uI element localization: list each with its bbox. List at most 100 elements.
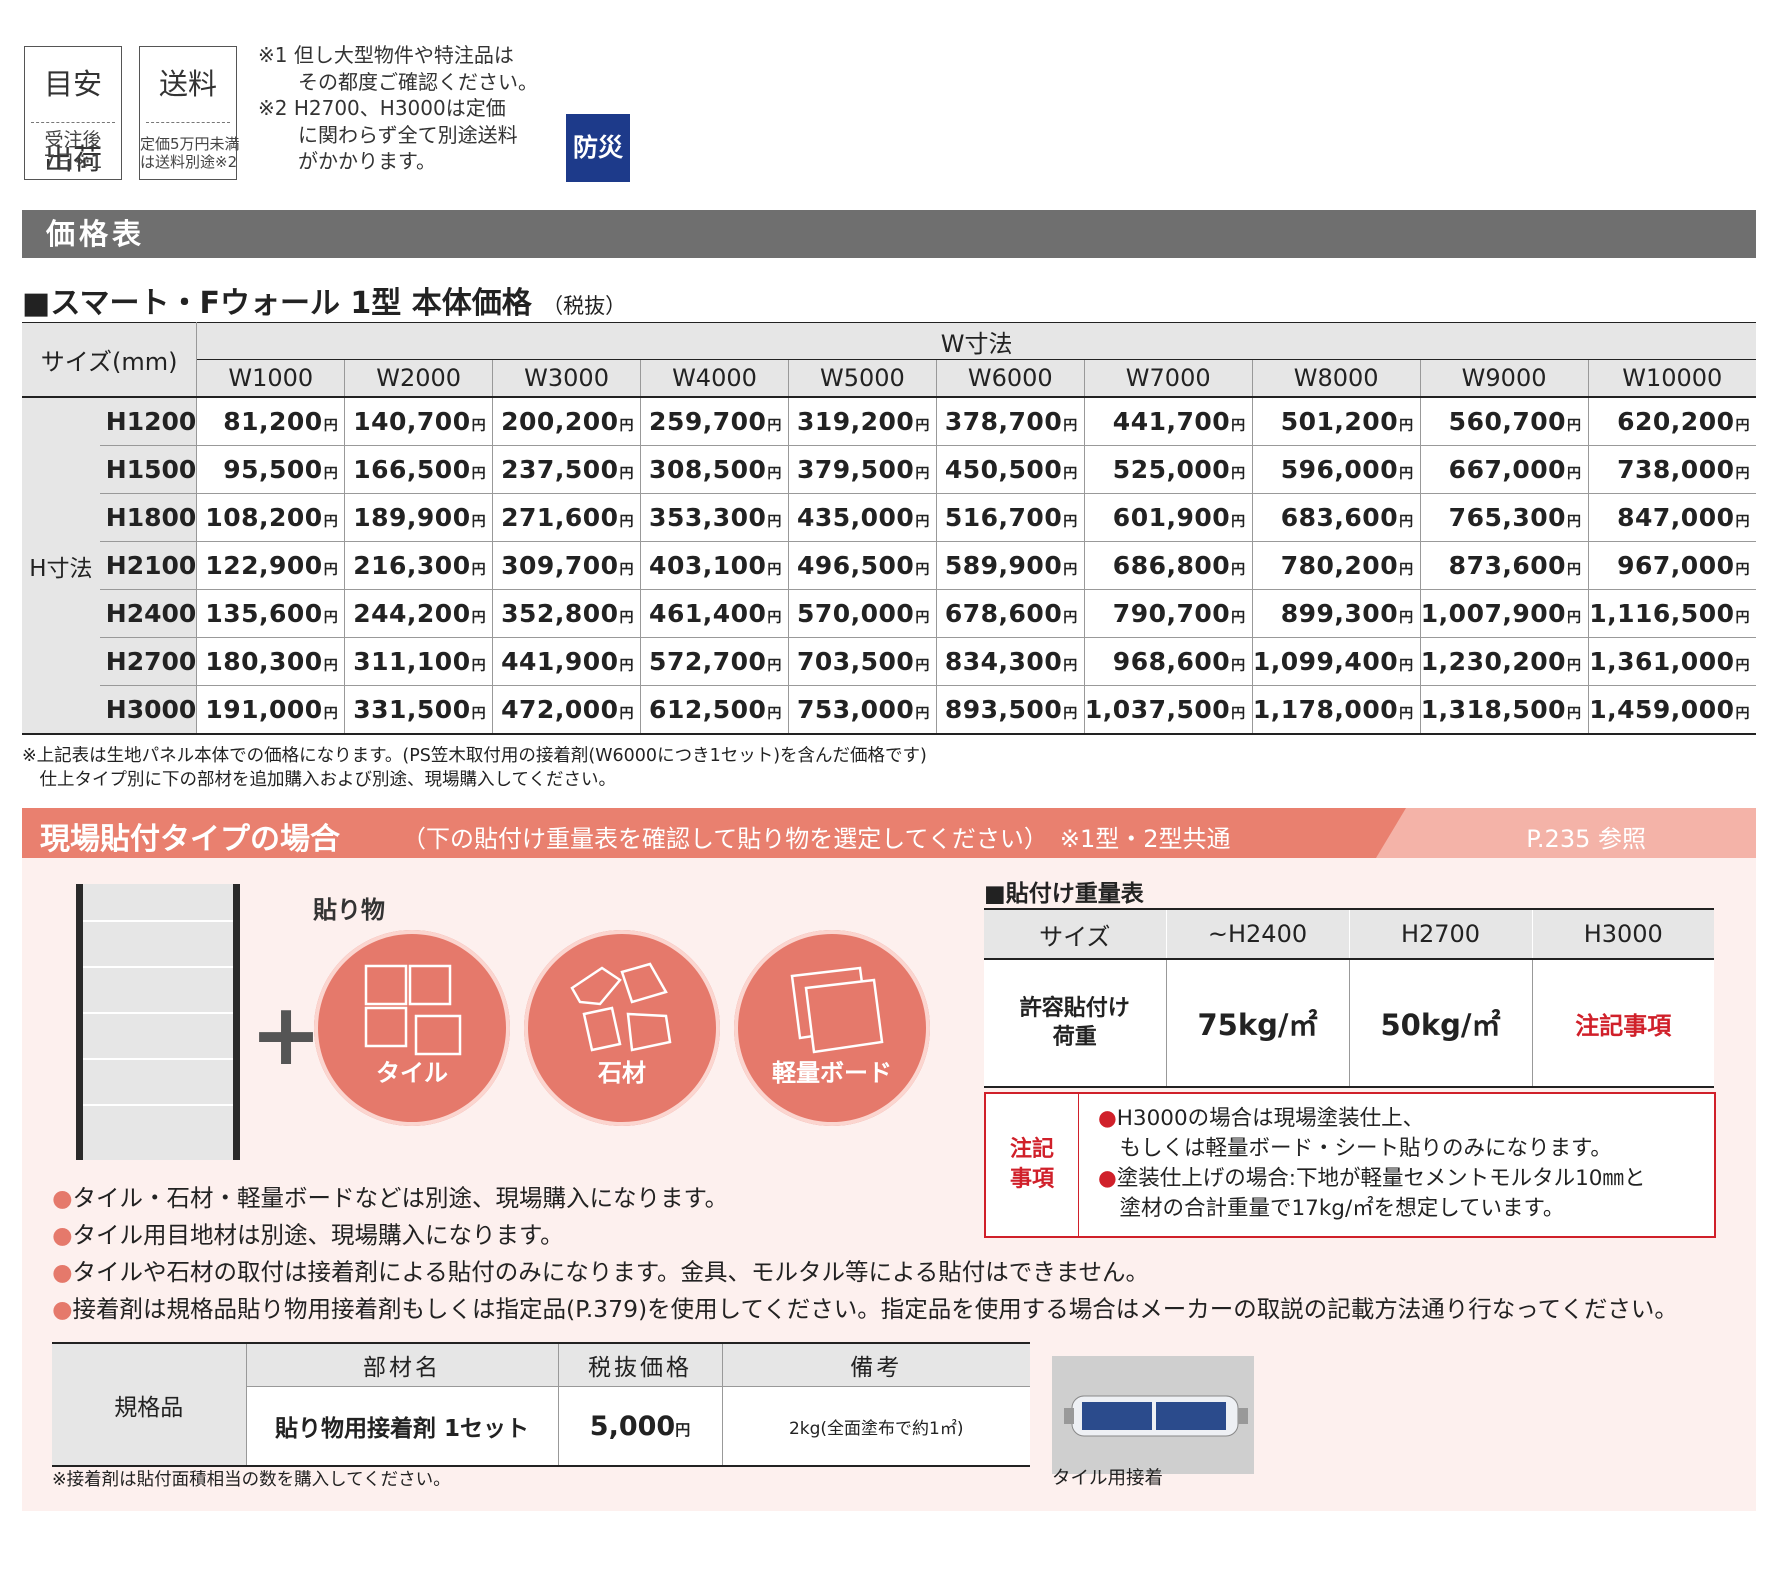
stone-icon	[570, 962, 672, 1052]
onsite-bullet: ●タイルや石材の取付は接着剤による貼付のみになります。金具、モルタル等による貼付…	[52, 1258, 1150, 1286]
price-cell: 237,500円	[492, 445, 641, 494]
price-row: H2100 122,900円 216,300円 309,700円 403,100円 496…	[22, 541, 1756, 590]
section-banner: 価格表	[22, 210, 1756, 258]
weight-table: サイズ ~H2400 H2700 H3000 許容貼付け 荷重 75kg/㎡ 5…	[984, 908, 1714, 1088]
price-cell: 403,100円	[640, 541, 789, 590]
price-cell: 244,200円	[344, 589, 493, 638]
price-cell: 703,500円	[787, 637, 937, 686]
shipping-notes: ※1 但し大型物件や特注品は その都度ご確認ください。 ※2 H2700、H30…	[258, 43, 538, 173]
tile-circle: タイル	[314, 930, 510, 1126]
price-row: H2400 135,600円 244,200円 352,800円 461,400円 570…	[22, 589, 1756, 638]
price-cell: 200,200円	[492, 397, 641, 446]
price-cell: 601,900円	[1083, 493, 1253, 542]
price-cell: 95,500円	[196, 445, 345, 494]
w-column-header: W6000	[935, 359, 1085, 398]
shipping-estimate-title: 目安出荷	[31, 47, 115, 176]
std-header-remark: 備考	[721, 1342, 1030, 1387]
stone-label: 石材	[598, 1059, 646, 1087]
price-cell: 1,116,500円	[1587, 589, 1756, 638]
w-column-header: W4000	[640, 359, 789, 398]
price-cell: 501,200円	[1251, 397, 1421, 446]
price-cell: 450,500円	[935, 445, 1085, 494]
weight-value-h2400: 75kg/㎡	[1165, 959, 1349, 1088]
price-cell: 893,500円	[935, 685, 1085, 735]
price-cell: 461,400円	[640, 589, 789, 638]
price-cell: 1,318,500円	[1419, 685, 1589, 735]
w-column-header: W8000	[1251, 359, 1421, 398]
price-cell: 496,500円	[787, 541, 937, 590]
h-row-label: H1200	[99, 397, 197, 446]
w-column-header: W5000	[787, 359, 937, 398]
price-cell: 765,300円	[1419, 493, 1589, 542]
shipping-estimate-value: 受注後 7日※1	[43, 129, 103, 173]
price-cell: 967,000円	[1587, 541, 1756, 590]
weight-row-label: 許容貼付け 荷重	[984, 959, 1166, 1088]
price-cell: 596,000円	[1251, 445, 1421, 494]
adhesive-tube-image	[1052, 1356, 1254, 1474]
onsite-title: 現場貼付タイプの場合	[40, 822, 340, 857]
price-cell: 683,600円	[1251, 493, 1421, 542]
weight-value-h3000: 注記事項	[1531, 959, 1714, 1088]
weight-header-h3000: H3000	[1531, 908, 1714, 960]
price-cell: 331,500円	[344, 685, 493, 735]
standard-note: ※接着剤は貼付面積相当の数を購入してください。	[52, 1470, 451, 1490]
price-cell: 180,300円	[196, 637, 345, 686]
tile-icon	[364, 964, 462, 1056]
price-cell: 780,200円	[1251, 541, 1421, 590]
shipping-estimate-box: 目安出荷 受注後 7日※1	[24, 46, 122, 180]
price-cell: 379,500円	[787, 445, 937, 494]
weight-header-h2400: ~H2400	[1165, 908, 1349, 960]
price-row: H1800 108,200円 189,900円 271,600円 353,300円 435…	[22, 493, 1756, 542]
plus-icon: +	[250, 985, 323, 1085]
onsite-header-bar: 現場貼付タイプの場合 （下の貼付け重量表を確認して貼り物を選定してください） ※…	[22, 808, 1756, 858]
std-item-remark: 2kg(全面塗布で約1㎡)	[721, 1386, 1030, 1467]
h-row-label: H2100	[99, 541, 197, 590]
shipping-fee-value: 定価5万円未満 は送料別途※2	[140, 135, 240, 171]
price-row: H3000 191,000円 331,500円 472,000円 612,500円 753…	[22, 685, 1756, 735]
tile-label: タイル	[376, 1059, 448, 1087]
onsite-bullet: ●接着剤は規格品貼り物用接着剤もしくは指定品(P.379)を使用してください。指…	[52, 1295, 1678, 1323]
adhesive-caption: タイル用接着	[1052, 1468, 1164, 1489]
shipping-fee-title: 送料	[146, 47, 230, 123]
board-label: 軽量ボード	[772, 1059, 892, 1087]
price-cell: 834,300円	[935, 637, 1085, 686]
price-cell: 353,300円	[640, 493, 789, 542]
price-cell: 570,000円	[787, 589, 937, 638]
harimono-label: 貼り物	[313, 896, 385, 924]
price-cell: 441,700円	[1083, 397, 1253, 446]
price-cell: 873,600円	[1419, 541, 1589, 590]
std-item-price: 5,000円	[557, 1386, 722, 1467]
w-column-header: W1000	[196, 359, 345, 398]
price-cell: 968,600円	[1083, 637, 1253, 686]
caution-label: 注記 事項	[986, 1094, 1079, 1236]
section-banner-title: 価格表	[46, 217, 146, 251]
price-cell: 166,500円	[344, 445, 493, 494]
price-cell: 135,600円	[196, 589, 345, 638]
board-circle: 軽量ボード	[734, 930, 930, 1126]
caution-body: ●H3000の場合は現場塗装仕上、 もしくは軽量ボード・シート貼りのみになります…	[1098, 1106, 1646, 1221]
adhesive-tube-icon	[1064, 1395, 1248, 1437]
price-cell: 435,000円	[787, 493, 937, 542]
h-dimension-label: H寸法	[22, 397, 100, 734]
weight-header-size: サイズ	[984, 908, 1166, 960]
onsite-subtitle: （下の貼付け重量表を確認して貼り物を選定してください） ※1型・2型共通	[402, 825, 1231, 853]
standard-parts-table: 規格品 部材名 税抜価格 備考 貼り物用接着剤 1セット 5,000円 2kg(…	[52, 1342, 1030, 1467]
price-cell: 847,000円	[1587, 493, 1756, 542]
price-cell: 122,900円	[196, 541, 345, 590]
price-cell: 1,007,900円	[1419, 589, 1589, 638]
std-item-name: 貼り物用接着剤 1セット	[245, 1386, 558, 1467]
price-cell: 667,000円	[1419, 445, 1589, 494]
price-cell: 589,900円	[935, 541, 1085, 590]
price-cell: 271,600円	[492, 493, 641, 542]
weight-table-title: ■貼付け重量表	[984, 881, 1144, 907]
price-cell: 191,000円	[196, 685, 345, 735]
price-cell: 81,200円	[196, 397, 345, 446]
h-row-label: H3000	[99, 685, 197, 735]
wall-panel-image	[76, 884, 240, 1160]
price-cell: 1,230,200円	[1419, 637, 1589, 686]
price-cell: 738,000円	[1587, 445, 1756, 494]
price-cell: 560,700円	[1419, 397, 1589, 446]
h-row-label: H2400	[99, 589, 197, 638]
price-cell: 319,200円	[787, 397, 937, 446]
price-cell: 516,700円	[935, 493, 1085, 542]
